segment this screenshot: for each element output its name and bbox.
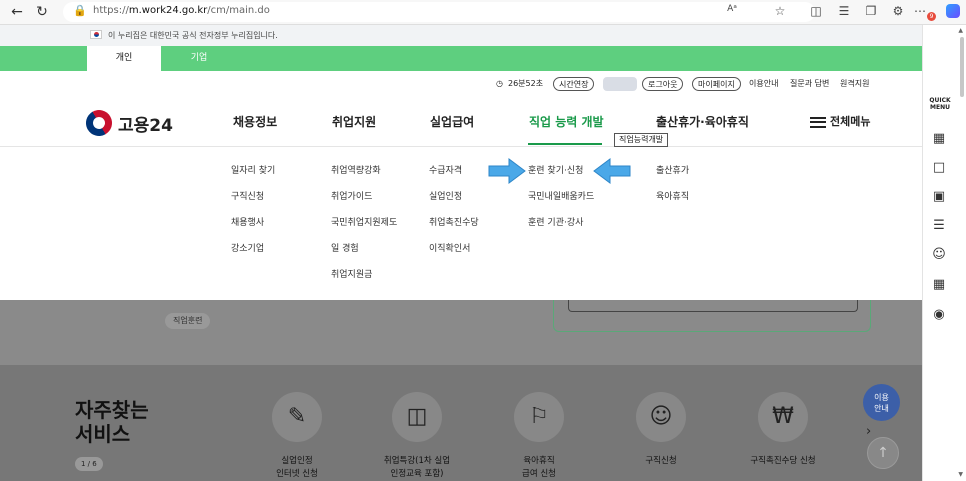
coin-icon[interactable]: ◉ bbox=[931, 307, 947, 323]
menu-item-job-application[interactable]: 구직신청 bbox=[231, 189, 264, 202]
menu-item-subsidy[interactable]: 취업지원금 bbox=[331, 267, 372, 280]
url-text: https://m.work24.go.kr/cm/main.do bbox=[93, 5, 270, 16]
tooltip: 직업능력개발 bbox=[614, 133, 669, 147]
usage-guide-button[interactable]: 이용 안내 bbox=[863, 384, 900, 421]
refresh-icon[interactable]: ↻ bbox=[33, 3, 51, 21]
menu-item-guide[interactable]: 취업가이드 bbox=[331, 189, 372, 202]
service-job-seeking[interactable]: 구직신청 bbox=[621, 455, 701, 468]
favorites-icon[interactable]: ☰ bbox=[836, 4, 852, 18]
all-menu-label: 전체메뉴 bbox=[830, 115, 871, 128]
arrow-right-icon bbox=[488, 158, 526, 184]
extend-session-button[interactable]: 시간연장 bbox=[553, 77, 595, 91]
menu-item-separation-certificate[interactable]: 이직확인서 bbox=[429, 241, 470, 254]
user-name: ████ bbox=[603, 77, 637, 91]
gnb-employment-support[interactable]: 취업지원 bbox=[332, 113, 376, 130]
service-parental-leave-pay[interactable]: 육아휴직 급여 신청 bbox=[499, 455, 579, 481]
gnb-jobs[interactable]: 채용정보 bbox=[233, 113, 277, 130]
calculator-icon[interactable]: ▦ bbox=[931, 277, 947, 293]
menu-item-training-institution[interactable]: 훈련 기관·강사 bbox=[528, 215, 583, 228]
menu-item-work-experience[interactable]: 일 경험 bbox=[331, 241, 359, 254]
menu-item-training-search[interactable]: 훈련 찾기·신청 bbox=[528, 163, 583, 176]
frequent-services-title: 자주찾는 서비스 bbox=[75, 398, 149, 446]
gnb-parental-leave[interactable]: 출산휴가·육아휴직 bbox=[656, 113, 749, 130]
collections-icon[interactable]: ❐ bbox=[863, 4, 879, 18]
baby-bottle-icon[interactable]: ⚐ bbox=[514, 392, 564, 442]
tab-company[interactable]: 기업 bbox=[162, 46, 236, 71]
qa-link[interactable]: 질문과 답변 bbox=[790, 77, 829, 91]
chat-icon[interactable]: □ bbox=[931, 160, 947, 176]
gov-banner-text: 이 누리집은 대한민국 공식 전자정부 누리집입니다. bbox=[108, 31, 278, 40]
keyword-chip[interactable]: 직업훈련 bbox=[165, 313, 211, 329]
site-logo[interactable]: 고용24 bbox=[118, 111, 173, 136]
arrow-left-icon bbox=[593, 158, 631, 184]
smile-icon[interactable]: ☺ bbox=[931, 247, 947, 263]
tab-individual[interactable]: 개인 bbox=[87, 46, 161, 71]
read-aloud-icon[interactable]: Aᵃ bbox=[724, 4, 740, 14]
quick-menu-label: QUICK MENU bbox=[929, 97, 951, 111]
building-icon[interactable]: ▦ bbox=[931, 131, 947, 147]
menu-item-capacity[interactable]: 취업역량강화 bbox=[331, 163, 381, 176]
hamburger-icon bbox=[810, 116, 826, 128]
menu-item-strong-smb[interactable]: 강소기업 bbox=[231, 241, 264, 254]
copilot-icon[interactable] bbox=[946, 4, 960, 18]
split-icon[interactable]: ◫ bbox=[808, 4, 824, 18]
gnb-unemployment-benefits[interactable]: 실업급여 bbox=[430, 113, 474, 130]
star-icon[interactable]: ☆ bbox=[772, 4, 788, 18]
mega-menu: 일자리 찾기 구직신청 채용행사 강소기업 취업역량강화 취업가이드 국민취업지… bbox=[0, 147, 922, 300]
extensions-icon[interactable]: ⚙ bbox=[890, 4, 906, 18]
menu-item-maternity-leave[interactable]: 출산휴가 bbox=[656, 163, 689, 176]
service-unemployment-recognition[interactable]: 실업인정 인터넷 신청 bbox=[257, 455, 337, 481]
chevron-right-icon[interactable]: › bbox=[866, 424, 871, 439]
service-employment-lecture[interactable]: 취업특강(1차 실업 인정교육 포함) bbox=[362, 455, 472, 481]
browser-sidebar: ▲ QUICK MENU ▦ □ ▣ ☰ ☺ ▦ ◉ ▼ bbox=[922, 25, 966, 481]
lock-icon: 🔒 bbox=[73, 4, 87, 17]
services-pager: 1 / 6 bbox=[75, 457, 103, 471]
checklist-icon[interactable]: ☰ bbox=[931, 218, 947, 234]
session-timer: 26분52초 bbox=[508, 79, 544, 88]
browser-toolbar: ← ↻ 🔒 https://m.work24.go.kr/cm/main.do … bbox=[0, 0, 966, 25]
gnb-vocational-training[interactable]: 직업 능력 개발 bbox=[529, 113, 604, 130]
taegeukgi-icon bbox=[90, 30, 102, 39]
monitor-icon[interactable]: ▣ bbox=[931, 189, 947, 205]
menu-item-learning-card[interactable]: 국민내일배움카드 bbox=[528, 189, 594, 202]
service-job-promotion-allowance[interactable]: 구직촉진수당 신청 bbox=[731, 455, 835, 468]
mypage-button[interactable]: 마이페이지 bbox=[692, 77, 741, 91]
menu-item-job-search[interactable]: 일자리 찾기 bbox=[231, 163, 275, 176]
scroll-up-icon[interactable]: ▲ bbox=[958, 27, 963, 34]
usage-guide-link[interactable]: 이용안내 bbox=[749, 77, 778, 91]
logout-button[interactable]: 로그아웃 bbox=[642, 77, 684, 91]
menu-item-unemployment-recognition[interactable]: 실업인정 bbox=[429, 189, 462, 202]
clock-icon: ◷ bbox=[496, 79, 503, 88]
menu-item-parental-leave[interactable]: 육아휴직 bbox=[656, 189, 689, 202]
address-bar[interactable]: 🔒 https://m.work24.go.kr/cm/main.do bbox=[63, 2, 815, 22]
person-search-icon[interactable]: ☺ bbox=[636, 392, 686, 442]
scroll-down-icon[interactable]: ▼ bbox=[958, 471, 963, 478]
presentation-board-icon[interactable]: ◫ bbox=[392, 392, 442, 442]
logo-emblem-icon[interactable] bbox=[81, 105, 117, 141]
scrollbar[interactable] bbox=[960, 37, 964, 97]
menu-item-promotion-allowance[interactable]: 취업촉진수당 bbox=[429, 215, 479, 228]
all-menu-button[interactable]: 전체메뉴 bbox=[810, 113, 870, 129]
more-icon[interactable]: ⋯ bbox=[912, 4, 928, 18]
menu-item-job-fair[interactable]: 채용행사 bbox=[231, 215, 264, 228]
gov-banner: 이 누리집은 대한민국 공식 전자정부 누리집입니다. bbox=[0, 25, 922, 46]
back-icon[interactable]: ← bbox=[8, 3, 26, 21]
gnb-active-indicator bbox=[528, 143, 602, 145]
menu-item-national-support[interactable]: 국민취업지원제도 bbox=[331, 215, 397, 228]
notification-badge: 9 bbox=[927, 12, 936, 21]
audience-tabs: 개인 기업 bbox=[0, 46, 922, 71]
arrow-up-icon[interactable]: ↑ bbox=[867, 437, 899, 469]
money-bag-icon[interactable]: ₩ bbox=[758, 392, 808, 442]
menu-item-eligibility[interactable]: 수급자격 bbox=[429, 163, 462, 176]
document-edit-icon[interactable]: ✎ bbox=[272, 392, 322, 442]
remote-support-link[interactable]: 원격지원 bbox=[840, 77, 869, 91]
